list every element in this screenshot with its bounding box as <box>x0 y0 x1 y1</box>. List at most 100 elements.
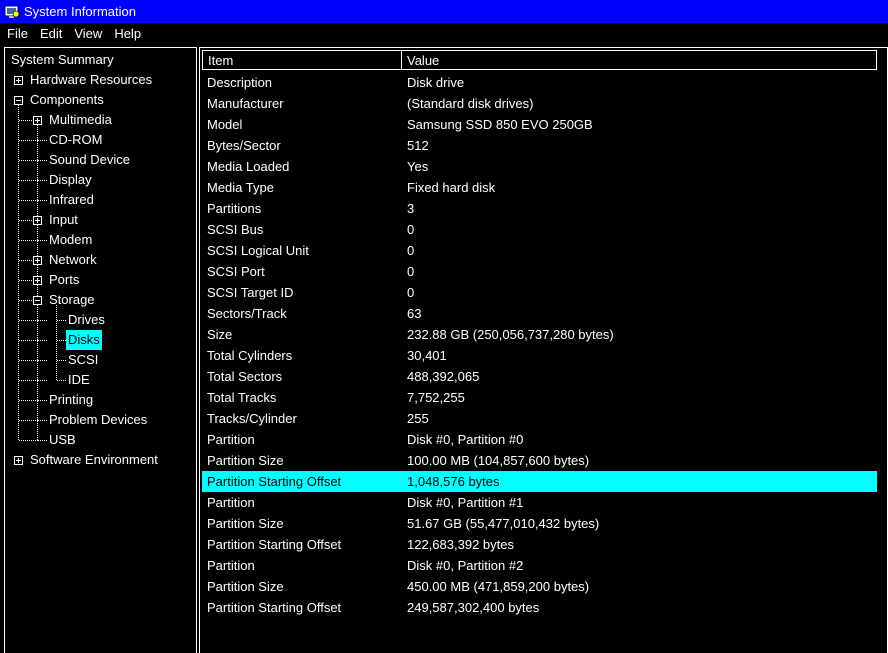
tree-connector <box>19 180 38 181</box>
menu-help[interactable]: Help <box>108 26 147 41</box>
tree-connector <box>19 140 38 141</box>
table-row[interactable]: Description Disk drive <box>202 72 877 93</box>
expand-icon[interactable] <box>14 456 23 465</box>
tree-item-drives[interactable]: Drives <box>66 310 107 330</box>
table-row[interactable]: Partition Disk #0, Partition #0 <box>202 429 877 450</box>
column-header-value[interactable]: Value <box>402 50 877 70</box>
tree-item-infrared[interactable]: Infrared <box>47 190 96 210</box>
tree-item-printing[interactable]: Printing <box>47 390 95 410</box>
tree-item-ports[interactable]: Ports <box>47 270 81 290</box>
table-row[interactable]: Tracks/Cylinder 255 <box>202 408 877 429</box>
table-row[interactable]: Media Loaded Yes <box>202 156 877 177</box>
window-title: System Information <box>24 4 136 19</box>
tree-item-label: CD-ROM <box>49 132 103 147</box>
tree-item-system-summary[interactable]: System Summary <box>9 50 116 70</box>
tree-item-input[interactable]: Input <box>47 210 80 230</box>
tree-item-label: Network <box>49 252 97 267</box>
tree-connector <box>19 240 38 241</box>
table-row[interactable]: Bytes/Sector 512 <box>202 135 877 156</box>
tree-connector <box>19 440 38 441</box>
value-cell: 0 <box>407 243 415 258</box>
table-row[interactable]: Partition Size 100.00 MB (104,857,600 byt… <box>202 450 877 471</box>
item-cell: Partition <box>207 432 255 447</box>
tree-item-usb[interactable]: USB <box>47 430 78 450</box>
item-cell: Sectors/Track <box>207 306 287 321</box>
table-row[interactable]: Total Cylinders 30,401 <box>202 345 877 366</box>
column-header-item[interactable]: Item <box>202 50 402 70</box>
tree-item-ide[interactable]: IDE <box>66 370 92 390</box>
collapse-icon[interactable] <box>14 96 23 105</box>
tree-connector <box>57 360 66 361</box>
table-row[interactable]: Partition Size 450.00 MB (471,859,200 byt… <box>202 576 877 597</box>
collapse-icon[interactable] <box>33 296 42 305</box>
value-cell: 51.67 GB (55,477,010,432 bytes) <box>407 516 600 531</box>
tree-connector <box>56 305 57 380</box>
tree-item-label: Printing <box>49 392 94 407</box>
table-row[interactable]: SCSI Logical Unit 0 <box>202 240 877 261</box>
tree-item-display[interactable]: Display <box>47 170 94 190</box>
table-row[interactable]: Partition Starting Offset 122,683,392 byt… <box>202 534 877 555</box>
tree-item-problem-devices[interactable]: Problem Devices <box>47 410 149 430</box>
item-cell: SCSI Target ID <box>207 285 294 300</box>
tree-item-software-environment[interactable]: Software Environment <box>28 450 160 470</box>
tree-item-sound-device[interactable]: Sound Device <box>47 150 132 170</box>
table-row[interactable]: Partition Size 51.67 GB (55,477,010,432 b… <box>202 513 877 534</box>
table-row[interactable]: SCSI Target ID 0 <box>202 282 877 303</box>
table-row[interactable]: Total Tracks 7,752,255 <box>202 387 877 408</box>
tree-item-label: System Summary <box>11 52 114 67</box>
menu-view[interactable]: View <box>68 26 108 41</box>
item-cell: Media Type <box>207 180 274 195</box>
table-row[interactable]: Model Samsung SSD 850 EVO 250GB <box>202 114 877 135</box>
table-row[interactable]: SCSI Port 0 <box>202 261 877 282</box>
title-bar[interactable]: System Information <box>0 0 888 23</box>
item-cell: Partition <box>207 495 255 510</box>
value-cell: 100.00 MB (104,857,600 bytes) <box>407 453 590 468</box>
tree-item-multimedia[interactable]: Multimedia <box>47 110 114 130</box>
table-row[interactable]: Size 232.88 GB (250,056,737,280 bytes) <box>202 324 877 345</box>
tree-item-hardware-resources[interactable]: Hardware Resources <box>28 70 154 90</box>
value-cell: Yes <box>407 159 429 174</box>
table-row[interactable]: Partitions 3 <box>202 198 877 219</box>
expand-icon[interactable] <box>33 116 42 125</box>
tree-item-scsi[interactable]: SCSI <box>66 350 100 370</box>
expand-icon[interactable] <box>33 276 42 285</box>
item-cell: Description <box>207 75 273 90</box>
value-cell: 488,392,065 <box>407 369 480 384</box>
menu-file[interactable]: File <box>0 26 34 41</box>
table-row[interactable]: Partition Disk #0, Partition #1 <box>202 492 877 513</box>
tree-item-storage[interactable]: Storage <box>47 290 97 310</box>
tree-item-network[interactable]: Network <box>47 250 99 270</box>
expand-icon[interactable] <box>14 76 23 85</box>
table-row[interactable]: Manufacturer (Standard disk drives) <box>202 93 877 114</box>
expand-icon[interactable] <box>33 256 42 265</box>
table-row[interactable]: Sectors/Track 63 <box>202 303 877 324</box>
item-cell: Tracks/Cylinder <box>207 411 297 426</box>
tree-connector <box>38 420 47 421</box>
tree-item-cd-rom[interactable]: CD-ROM <box>47 130 104 150</box>
expand-icon[interactable] <box>33 216 42 225</box>
tree-item-components[interactable]: Components <box>28 90 106 110</box>
details-table[interactable]: Item Value Description Disk drive Manufact… <box>199 47 888 653</box>
table-row[interactable]: Media Type Fixed hard disk <box>202 177 877 198</box>
tree-connector <box>57 380 66 381</box>
category-tree[interactable]: System Summary Hardware Resources Componen… <box>4 47 197 653</box>
tree-connector <box>19 420 38 421</box>
table-row[interactable]: SCSI Bus 0 <box>202 219 877 240</box>
item-cell: Model <box>207 117 243 132</box>
tree-item-label: Disks <box>66 330 102 350</box>
table-row[interactable]: Partition Disk #0, Partition #2 <box>202 555 877 576</box>
tree-item-disks[interactable]: Disks <box>66 330 102 350</box>
table-row[interactable]: Partition Starting Offset 249,587,302,400… <box>202 597 877 618</box>
value-cell: Samsung SSD 850 EVO 250GB <box>407 117 593 132</box>
tree-item-label: Modem <box>49 232 93 247</box>
table-row[interactable]: Total Sectors 488,392,065 <box>202 366 877 387</box>
value-cell: (Standard disk drives) <box>407 96 534 111</box>
table-body: Description Disk drive Manufacturer (Standa… <box>202 72 877 618</box>
table-header: Item Value <box>202 50 877 70</box>
menu-edit[interactable]: Edit <box>34 26 68 41</box>
tree-item-modem[interactable]: Modem <box>47 230 94 250</box>
item-cell: Media Loaded <box>207 159 290 174</box>
table-row[interactable]: Partition Starting Offset 1,048,576 bytes <box>202 471 877 492</box>
system-info-icon[interactable] <box>4 5 20 19</box>
tree-connector <box>38 380 47 381</box>
